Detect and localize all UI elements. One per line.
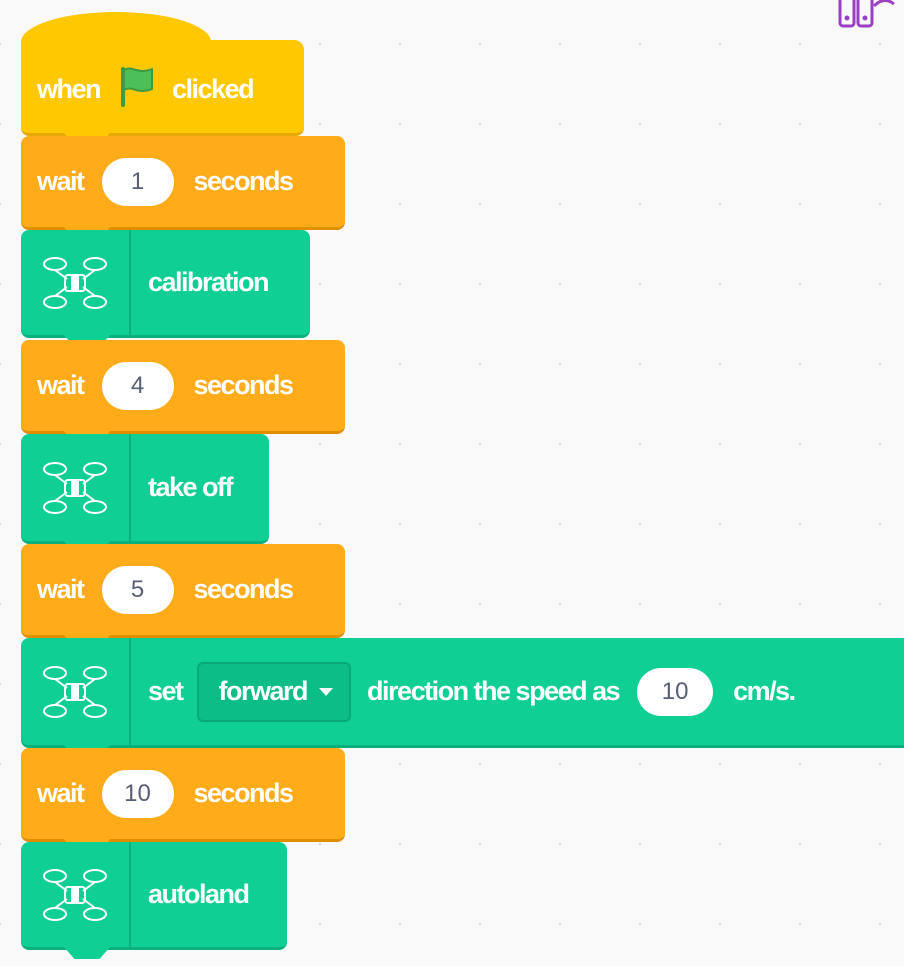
when-flag-clicked-block[interactable]: when clicked [21,40,304,136]
take-off-label: take off [148,472,234,502]
seconds-label: seconds [193,574,295,604]
wait-seconds-input[interactable]: 4 [101,361,174,410]
wait-block[interactable]: wait 1 seconds [21,136,345,230]
drone-icon [21,638,131,745]
autoland-block[interactable]: autoland [21,842,287,950]
seconds-label: seconds [193,778,295,808]
set-speed-block[interactable]: set forward direction the speed as 10 cm… [21,638,904,748]
wait-label: wait [37,574,85,604]
clicked-label: clicked [172,74,255,104]
drone-icon [21,842,131,947]
seconds-label: seconds [193,166,295,196]
seconds-label: seconds [193,370,295,400]
set-label: set [148,676,184,706]
wait-seconds-input[interactable]: 5 [101,565,174,614]
wait-label: wait [37,166,85,196]
wait-block[interactable]: wait 4 seconds [21,340,345,434]
autoland-label: autoland [148,879,250,909]
wait-label: wait [37,778,85,808]
drone-icon [21,434,131,541]
drone-icon [21,230,131,335]
speed-input[interactable]: 10 [637,667,714,716]
extension-icon[interactable] [836,0,904,37]
calibration-block[interactable]: calibration [21,230,310,338]
wait-block[interactable]: wait 5 seconds [21,544,345,638]
direction-value: forward [218,676,309,706]
wait-seconds-input[interactable]: 1 [101,157,174,206]
green-flag-icon [118,65,158,114]
chevron-down-icon [319,687,334,696]
direction-speed-label: direction the speed as [367,676,621,706]
code-workspace[interactable]: when clicked wait 1 seconds calibration [0,0,904,966]
take-off-block[interactable]: take off [21,434,269,544]
when-label: when [37,74,102,104]
wait-label: wait [37,370,85,400]
wait-block[interactable]: wait 10 seconds [21,748,345,842]
wait-seconds-input[interactable]: 10 [101,769,174,818]
speed-unit-label: cm/s. [733,676,796,706]
direction-dropdown[interactable]: forward [196,661,352,722]
calibration-label: calibration [148,267,270,297]
